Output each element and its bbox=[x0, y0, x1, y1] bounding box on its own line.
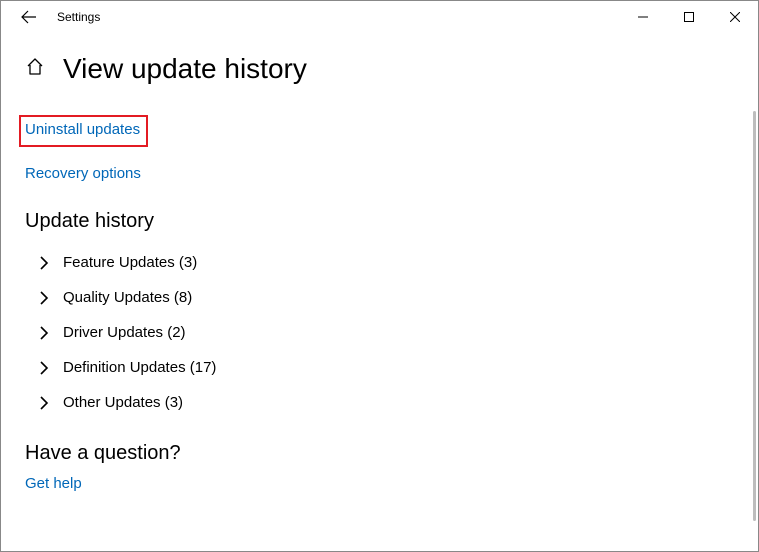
category-label: Definition Updates (17) bbox=[63, 359, 216, 376]
page-title: View update history bbox=[63, 53, 307, 85]
chevron-right-icon bbox=[39, 256, 49, 270]
back-button[interactable] bbox=[9, 1, 49, 33]
category-feature-updates[interactable]: Feature Updates (3) bbox=[39, 245, 734, 280]
home-button[interactable] bbox=[25, 57, 45, 82]
get-help-link[interactable]: Get help bbox=[25, 475, 82, 492]
category-driver-updates[interactable]: Driver Updates (2) bbox=[39, 315, 734, 350]
uninstall-updates-link[interactable]: Uninstall updates bbox=[25, 121, 140, 138]
chevron-right-icon bbox=[39, 361, 49, 375]
category-label: Other Updates (3) bbox=[63, 394, 183, 411]
chevron-right-icon bbox=[39, 291, 49, 305]
uninstall-updates-highlight: Uninstall updates bbox=[19, 115, 148, 147]
window-title: Settings bbox=[57, 10, 100, 24]
window-controls bbox=[620, 1, 758, 33]
minimize-button[interactable] bbox=[620, 1, 666, 33]
category-quality-updates[interactable]: Quality Updates (8) bbox=[39, 280, 734, 315]
close-button[interactable] bbox=[712, 1, 758, 33]
update-category-list: Feature Updates (3) Quality Updates (8) … bbox=[25, 245, 734, 420]
scrollbar[interactable] bbox=[753, 111, 756, 521]
titlebar: Settings bbox=[1, 1, 758, 33]
minimize-icon bbox=[638, 12, 648, 22]
category-label: Quality Updates (8) bbox=[63, 289, 192, 306]
chevron-right-icon bbox=[39, 326, 49, 340]
arrow-left-icon bbox=[21, 9, 37, 25]
close-icon bbox=[730, 12, 740, 22]
home-icon bbox=[25, 57, 45, 77]
category-label: Feature Updates (3) bbox=[63, 254, 197, 271]
category-definition-updates[interactable]: Definition Updates (17) bbox=[39, 350, 734, 385]
category-label: Driver Updates (2) bbox=[63, 324, 186, 341]
have-a-question-heading: Have a question? bbox=[25, 442, 734, 465]
recovery-options-link[interactable]: Recovery options bbox=[25, 165, 141, 182]
maximize-button[interactable] bbox=[666, 1, 712, 33]
update-history-heading: Update history bbox=[25, 210, 734, 233]
maximize-icon bbox=[684, 12, 694, 22]
chevron-right-icon bbox=[39, 396, 49, 410]
page-header: View update history bbox=[25, 53, 734, 85]
category-other-updates[interactable]: Other Updates (3) bbox=[39, 385, 734, 420]
content-area: View update history Uninstall updates Re… bbox=[1, 33, 758, 551]
